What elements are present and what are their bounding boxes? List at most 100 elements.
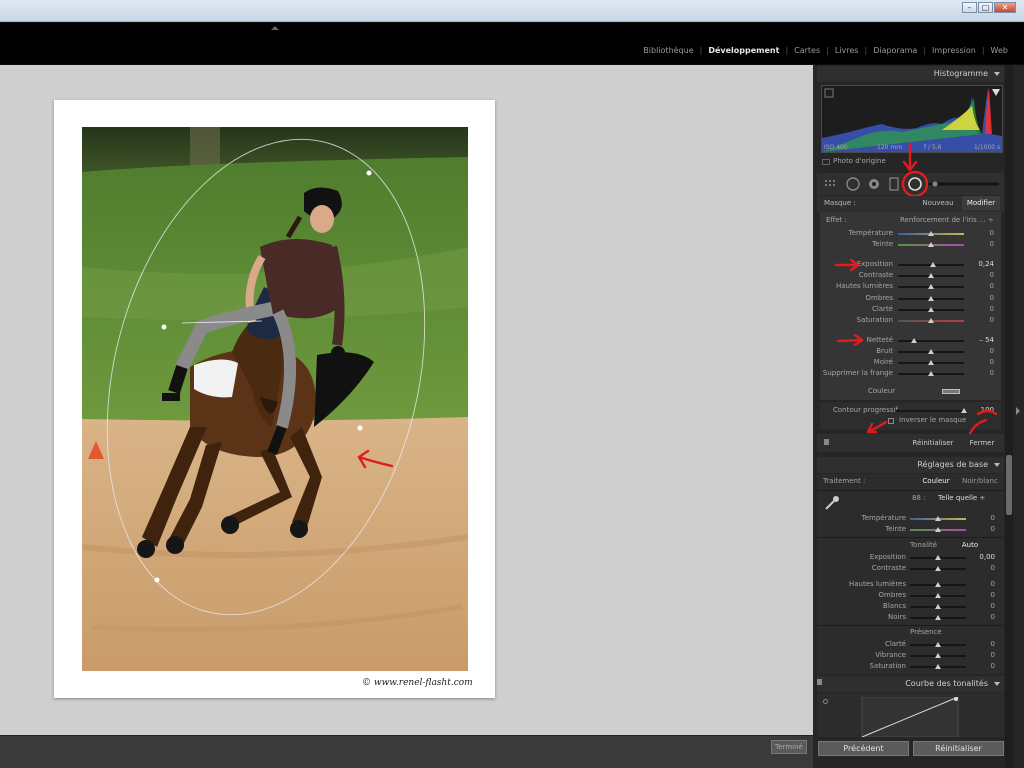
module-tab[interactable]: Livres [829,46,865,55]
slider-label: Bruit [876,347,893,355]
slider-value[interactable]: 0 [973,591,995,599]
slider-value[interactable]: 0,24 [972,260,994,268]
slider-thumb[interactable] [928,296,934,301]
window-title-bar: – □ ✕ [0,0,1024,22]
highlight-clipping-indicator[interactable] [992,89,1000,96]
curve-target-icon[interactable] [823,699,828,704]
collapse-right-panel-icon[interactable] [1016,407,1020,415]
close-button[interactable]: ✕ [994,2,1016,13]
module-tab[interactable]: Web [985,46,1014,55]
module-tab[interactable]: Développement [702,46,785,55]
slider-value[interactable]: 0 [972,316,994,324]
collapse-top-panel-icon[interactable] [271,26,279,30]
slider-thumb[interactable] [928,231,934,236]
mask-edit-button[interactable]: Modifier [962,196,1000,210]
slider-thumb[interactable] [935,516,941,521]
original-photo-checkbox[interactable] [822,159,830,165]
tone-curve-header[interactable]: Courbe des tonalités [817,676,1004,692]
slider-value[interactable]: 0 [972,229,994,237]
slider-thumb[interactable] [935,566,941,571]
slider-value[interactable]: 0 [973,525,995,533]
slider-value[interactable]: 0 [972,271,994,279]
separator [817,625,1004,626]
slider-thumb[interactable] [935,582,941,587]
slider-value[interactable]: 0,00 [973,553,995,561]
mask-reset-button[interactable]: Réinitialiser [908,436,958,450]
white-balance-dropdown[interactable]: Telle quelle ÷ [938,494,985,502]
slider-thumb[interactable] [928,360,934,365]
histogram-header[interactable]: Histogramme [817,66,1004,82]
module-tab[interactable]: Diaporama [867,46,923,55]
bottom-toolbar [0,735,813,768]
slider-thumb[interactable] [935,593,941,598]
slider-value[interactable]: 0 [972,294,994,302]
auto-tone-button[interactable]: Auto [956,538,984,552]
slider-value[interactable]: 0 [972,347,994,355]
spot-removal-icon[interactable] [846,177,860,191]
slider-thumb[interactable] [935,615,941,620]
radial-filter-icon[interactable] [908,177,922,191]
slider-value[interactable]: 0 [972,305,994,313]
slider-value[interactable]: 0 [973,580,995,588]
crop-grid-icon[interactable] [825,180,835,186]
slider-thumb[interactable] [928,307,934,312]
slider-value[interactable]: 0 [972,358,994,366]
shadow-clipping-indicator[interactable] [824,88,834,98]
mask-color-swatch[interactable] [942,389,960,394]
maximize-button[interactable]: □ [978,2,993,13]
slider-value[interactable]: 0 [973,662,995,670]
slider-value[interactable]: 0 [973,602,995,610]
previous-button[interactable]: Précédent [818,741,909,756]
collapse-triangle-icon [994,682,1000,686]
slider-value[interactable]: 0 [972,282,994,290]
slider-thumb[interactable] [928,371,934,376]
photo-preview[interactable] [82,127,468,671]
slider-thumb[interactable] [910,338,917,343]
module-tab[interactable]: Cartes [788,46,826,55]
slider-thumb[interactable] [928,284,934,289]
mask-new-button[interactable]: Nouveau [920,196,956,210]
slider-label: Blancs [883,602,906,610]
minimize-button[interactable]: – [962,2,977,13]
slider-thumb[interactable] [928,318,934,323]
mask-toggle-icon[interactable] [824,439,829,445]
basic-settings-header[interactable]: Réglages de base [817,457,1004,473]
slider-annotations [834,258,864,346]
slider-thumb[interactable] [935,604,941,609]
done-button[interactable]: Terminé [771,740,807,754]
reset-button[interactable]: Réinitialiser [913,741,1004,756]
slider-value[interactable]: 0 [973,640,995,648]
treatment-color-option[interactable]: Couleur [918,474,954,488]
slider-thumb[interactable] [935,555,941,560]
graduated-filter-icon[interactable] [889,177,899,191]
slider-thumb[interactable] [935,653,941,658]
slider-value[interactable]: 0 [972,369,994,377]
slider-thumb[interactable] [935,664,941,669]
module-tab[interactable]: Bibliothèque [637,46,699,55]
panel-scrollbar-thumb[interactable] [1006,455,1012,515]
slider-thumb[interactable] [935,527,941,532]
slider-label: Contraste [871,564,906,572]
slider-track[interactable] [898,340,964,342]
slider-value[interactable]: 0 [973,651,995,659]
white-balance-picker-icon[interactable] [823,494,841,512]
tone-curve-graph[interactable] [860,697,960,737]
slider-label: Ombres [865,294,893,302]
slider-thumb[interactable] [935,642,941,647]
slider-thumb[interactable] [929,262,936,267]
slider-label: Température [861,514,906,522]
module-tab[interactable]: Impression [926,46,982,55]
slider-label: Supprimer la frange [822,369,893,377]
slider-thumb[interactable] [928,242,934,247]
slider-value[interactable]: – 54 [972,336,994,344]
slider-value[interactable]: 0 [973,613,995,621]
slider-thumb[interactable] [928,349,934,354]
slider-value[interactable]: 0 [973,564,995,572]
slider-value[interactable]: 0 [973,514,995,522]
effect-preset-dropdown[interactable]: Renforcement de l'iris ... ÷ [900,216,994,224]
slider-thumb[interactable] [928,273,934,278]
mask-close-button[interactable]: Fermer [964,436,1000,450]
slider-value[interactable]: 0 [972,240,994,248]
treatment-bw-option[interactable]: Noir/blanc [958,474,1002,488]
tone-curve-toggle-icon[interactable] [817,679,822,685]
